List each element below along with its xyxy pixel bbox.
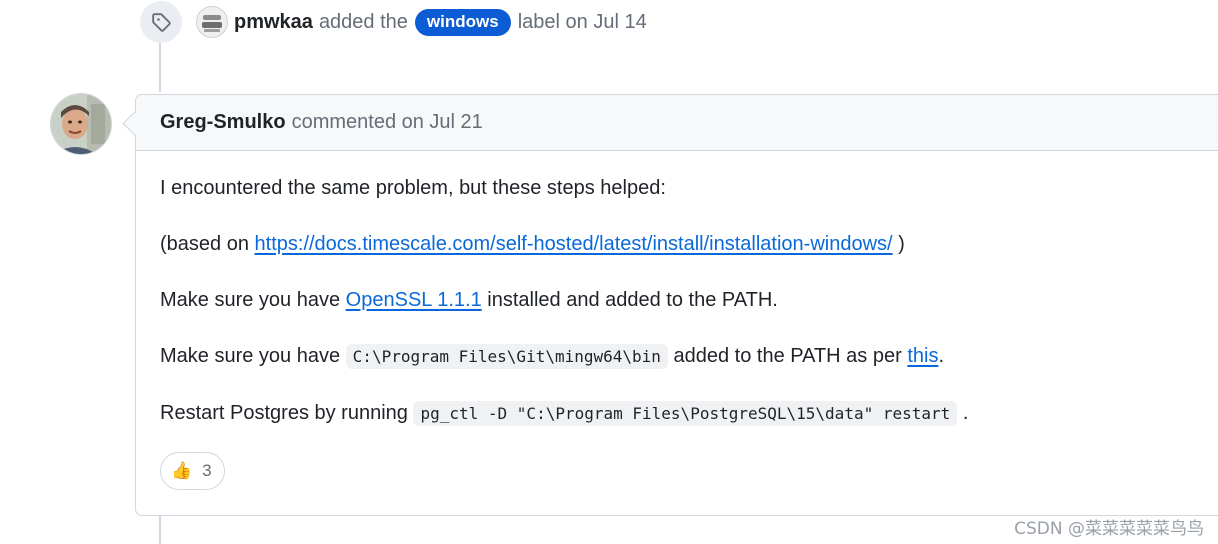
paragraph-text: Restart Postgres by running xyxy=(160,402,408,424)
windows-label[interactable]: windows xyxy=(414,8,511,36)
event-action-text: added the xyxy=(318,10,408,33)
comment-paragraph-2: (based on https://docs.timescale.com/sel… xyxy=(160,229,1210,259)
watermark: CSDN @菜菜菜菜菜鸟鸟 xyxy=(1014,519,1204,539)
comment: Greg-Smulko commented on Jul 21 I encoun… xyxy=(135,94,1218,516)
comment-header: Greg-Smulko commented on Jul 21 xyxy=(136,95,1218,151)
actor-avatar[interactable] xyxy=(196,6,228,38)
timeline-line xyxy=(159,42,161,92)
paragraph-text: ) xyxy=(898,233,905,255)
paragraph-text: added to the PATH as per xyxy=(673,345,902,367)
paragraph-text: Make sure you have xyxy=(160,345,341,367)
comment-paragraph-4: Make sure you have C:\Program Files\Git\… xyxy=(160,341,1210,372)
comment-author-link[interactable]: Greg-Smulko xyxy=(160,111,286,134)
comment-body: I encountered the same problem, but thes… xyxy=(136,151,1218,490)
tag-icon xyxy=(140,1,182,43)
paragraph-text: I encountered the same problem, but thes… xyxy=(160,177,666,199)
paragraph-text: . xyxy=(938,345,945,367)
comment-paragraph-3: Make sure you have OpenSSL 1.1.1 install… xyxy=(160,285,1210,315)
paragraph-text: (based on xyxy=(160,233,249,255)
paragraph-text: . xyxy=(962,402,969,424)
event-actor-link[interactable]: pmwkaa xyxy=(234,11,313,34)
thumbs-up-icon: 👍 xyxy=(171,461,193,480)
paragraph-text: installed and added to the PATH. xyxy=(487,289,778,311)
openssl-link[interactable]: OpenSSL 1.1.1 xyxy=(346,289,482,311)
comment-paragraph-5: Restart Postgres by running pg_ctl -D "C… xyxy=(160,398,1210,429)
label-event: pmwkaa added the windows label on Jul 14 xyxy=(140,0,647,44)
timeline-line xyxy=(159,516,161,544)
paragraph-text: Make sure you have xyxy=(160,289,341,311)
thumbs-up-reaction-button[interactable]: 👍 3 xyxy=(160,452,225,490)
reaction-count: 3 xyxy=(202,461,212,480)
timescale-docs-link[interactable]: https://docs.timescale.com/self-hosted/l… xyxy=(255,233,893,255)
comment-author-avatar[interactable] xyxy=(50,93,112,155)
event-date-text[interactable]: label on Jul 14 xyxy=(518,11,647,34)
comment-paragraph-1: I encountered the same problem, but thes… xyxy=(160,173,1210,203)
comment-timestamp[interactable]: commented on Jul 21 xyxy=(292,111,483,134)
git-bin-path-code: C:\Program Files\Git\mingw64\bin xyxy=(345,344,668,369)
pg-ctl-command-code: pg_ctl -D "C:\Program Files\PostgreSQL\1… xyxy=(413,401,958,426)
this-link[interactable]: this xyxy=(907,345,938,367)
issue-timeline: pmwkaa added the windows label on Jul 14… xyxy=(0,0,1218,544)
